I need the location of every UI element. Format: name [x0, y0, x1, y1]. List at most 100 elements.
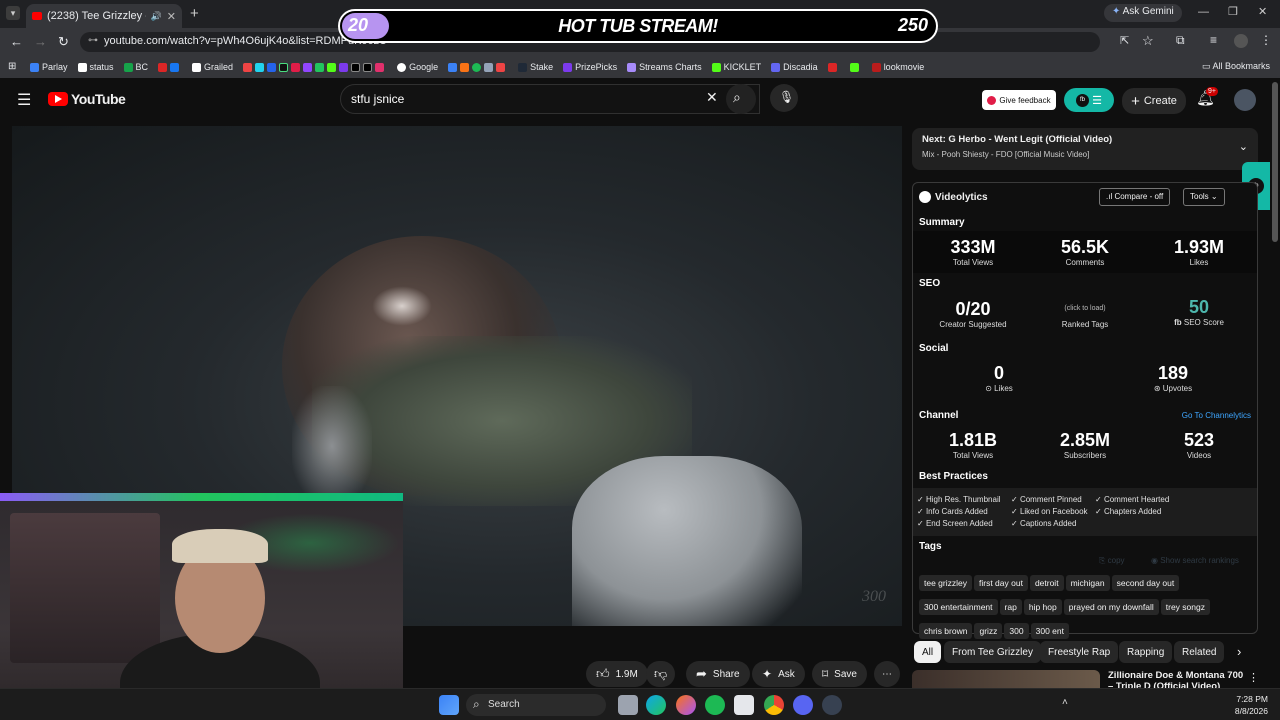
chevron-down-icon[interactable]: ⌄: [1239, 140, 1248, 153]
bookmark-kicklet[interactable]: KICKLET: [711, 62, 761, 73]
tag-chip[interactable]: 300 entertainment: [919, 599, 998, 615]
clear-search-icon[interactable]: ✕: [706, 89, 718, 106]
tag-chip[interactable]: 300: [1004, 623, 1029, 639]
new-tab-button[interactable]: +: [190, 5, 199, 22]
best-practice-item: ✓ End Screen Added: [917, 519, 993, 528]
tag-chip[interactable]: michigan: [1065, 575, 1110, 591]
search-input[interactable]: stfu jsnice: [340, 84, 760, 114]
tag-chip[interactable]: trey songz: [1160, 599, 1210, 615]
bookmark-parlay[interactable]: Parlay: [30, 62, 68, 73]
page-scrollbar[interactable]: [1272, 82, 1278, 242]
go-to-channelytics-link[interactable]: Go To Channelytics: [1182, 411, 1251, 420]
apps-icon[interactable]: ⊞: [8, 61, 16, 72]
bookmark-google[interactable]: Google: [397, 62, 438, 73]
tag-chip[interactable]: rap: [999, 599, 1022, 615]
tools-dropdown[interactable]: Tools ⌄: [1183, 188, 1225, 206]
extensions-icon[interactable]: ⧉: [1176, 33, 1185, 48]
chip-related[interactable]: Related: [1174, 641, 1225, 663]
speaker-icon[interactable]: 🔊: [151, 11, 162, 22]
tag-chip[interactable]: first day out: [974, 575, 1028, 591]
tag-chip[interactable]: hip hop: [1023, 599, 1062, 615]
bookmark-prizepicks[interactable]: PrizePicks: [563, 62, 617, 73]
profile-avatar[interactable]: [1234, 34, 1248, 48]
dislike-button[interactable]: 👎︎: [646, 661, 676, 687]
bookmark-star-icon[interactable]: ☆: [1142, 33, 1154, 49]
chip-from-tee-grizzley[interactable]: From Tee Grizzley: [944, 641, 1041, 663]
bookmark-stake[interactable]: Stake: [518, 62, 553, 73]
obs-icon[interactable]: [822, 695, 842, 715]
bookmark-grailed[interactable]: Grailed: [192, 62, 233, 73]
compare-toggle[interactable]: .ıl Compare - off: [1099, 188, 1171, 206]
reload-icon[interactable]: ↻: [58, 34, 69, 50]
microphone-icon: 🎙︎: [779, 90, 795, 104]
edge-icon[interactable]: [646, 695, 666, 715]
firefox-icon[interactable]: [676, 695, 696, 715]
social-upvotes: 189 ⊛ Upvotes: [1133, 363, 1213, 393]
youtube-logo[interactable]: YouTube: [48, 91, 126, 107]
chrome-menu-icon[interactable]: ⋮: [1260, 33, 1272, 47]
maximize-button[interactable]: ❐: [1228, 5, 1238, 18]
chip-rapping[interactable]: Rapping: [1119, 641, 1173, 663]
search-button[interactable]: ⌕: [726, 84, 756, 114]
tools-label: Tools: [1190, 192, 1209, 201]
tag-chip[interactable]: detroit: [1029, 575, 1064, 591]
recommendation-menu-icon[interactable]: ⋮: [1248, 671, 1259, 684]
system-tray-chevron[interactable]: ˄: [1062, 697, 1068, 708]
windows-start-icon[interactable]: [439, 695, 459, 715]
chrome-icon[interactable]: [764, 695, 784, 715]
taskbar-search-box[interactable]: ⌕ Search: [466, 694, 606, 716]
share-button[interactable]: ➦ Share: [686, 661, 750, 687]
bookmark-streams-charts[interactable]: Streams Charts: [627, 62, 702, 73]
save-button[interactable]: ⌑ Save: [812, 661, 867, 687]
voice-search-button[interactable]: 🎙︎: [770, 84, 798, 112]
goal-current-count: 20: [348, 15, 369, 35]
ask-gemini-button[interactable]: ✦ Ask Gemini: [1104, 4, 1182, 22]
chevron-right-icon[interactable]: ›: [1237, 644, 1241, 659]
tag-chip[interactable]: tee grizzley: [919, 575, 972, 591]
tag-chip[interactable]: 300 ent: [1030, 623, 1069, 639]
close-window-button[interactable]: ✕: [1258, 5, 1267, 18]
bookmark-discadia[interactable]: Discadia: [771, 62, 818, 73]
tag-chip[interactable]: chris brown: [919, 623, 973, 639]
tag-chip[interactable]: grizz: [974, 623, 1003, 639]
browser-tab-youtube[interactable]: (2238) Tee Grizzley - "First D 🔊 ✕: [26, 4, 182, 28]
spotify-icon[interactable]: [705, 695, 725, 715]
tab-list-button[interactable]: ▾: [6, 6, 20, 20]
show-rankings-label: Show search rankings: [1160, 556, 1239, 565]
all-bookmarks[interactable]: ▭ All Bookmarks: [1202, 61, 1270, 72]
tag-chip[interactable]: second day out: [1111, 575, 1180, 591]
seo-ranked-tags[interactable]: (click to load) Ranked Tags: [1045, 305, 1125, 329]
bookmark-icon-s[interactable]: [827, 62, 840, 73]
more-actions-button[interactable]: ⋯: [874, 661, 900, 687]
give-feedback-button[interactable]: Give feedback: [982, 90, 1056, 110]
bookmark-status[interactable]: status: [77, 62, 114, 73]
site-info-icon[interactable]: ⊶: [88, 35, 98, 46]
recommendation-title[interactable]: Zillionaire Doe & Montana 700 – Triple D…: [1108, 670, 1244, 688]
task-view-icon[interactable]: [618, 695, 638, 715]
clock[interactable]: 7:28 PM 8/8/2026: [1226, 694, 1268, 716]
show-search-rankings-button[interactable]: ◉ Show search rankings: [1151, 556, 1239, 565]
minimize-button[interactable]: —: [1198, 6, 1209, 18]
create-button[interactable]: + Create: [1122, 88, 1186, 114]
account-avatar[interactable]: [1234, 89, 1256, 111]
vidiq-menu-button[interactable]: fb ☰: [1064, 88, 1114, 112]
forward-icon[interactable]: →: [34, 34, 47, 49]
ask-button[interactable]: ✦ Ask: [752, 661, 805, 687]
bookmark-bc[interactable]: BC: [123, 62, 148, 73]
recommendation-thumbnail[interactable]: [912, 670, 1100, 688]
close-tab-icon[interactable]: ✕: [167, 10, 176, 23]
reading-list-icon[interactable]: ≡: [1210, 33, 1217, 47]
copy-tags-button[interactable]: ⎘ copy: [1099, 556, 1125, 566]
discord-icon[interactable]: [793, 695, 813, 715]
like-button[interactable]: 👍︎ 1.9M: [586, 661, 648, 687]
chip-all[interactable]: All: [914, 641, 942, 663]
tag-chip[interactable]: prayed on my downfall: [1063, 599, 1159, 615]
hamburger-menu-icon[interactable]: ☰: [17, 90, 31, 110]
up-next-card[interactable]: Next: G Herbo - Went Legit (Official Vid…: [912, 128, 1258, 170]
chip-freestyle-rap[interactable]: Freestyle Rap: [1040, 641, 1119, 663]
back-icon[interactable]: ←: [10, 34, 23, 49]
install-icon[interactable]: ⇱: [1120, 34, 1129, 47]
bookmark-lookmovie[interactable]: lookmovie: [871, 62, 924, 73]
notepad-icon[interactable]: [734, 695, 754, 715]
bookmark-icon-kick[interactable]: [849, 62, 862, 73]
